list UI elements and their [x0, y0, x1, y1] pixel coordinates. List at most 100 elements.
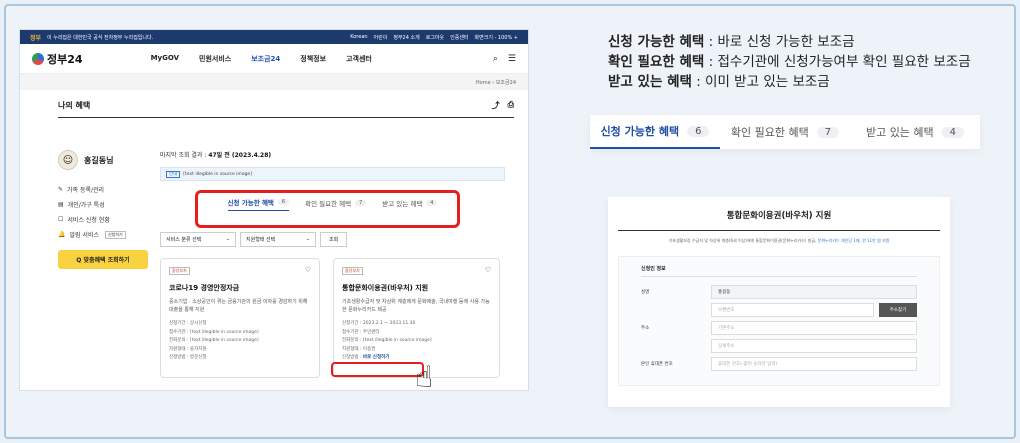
nav-policy[interactable]: 정책정보	[300, 54, 326, 64]
zoomed-application-form: 통합문화이용권(바우처) 지원 기초생활보장 수급자 및 차상위 계층(6세 이…	[608, 197, 950, 407]
info-banner: 안내 [text illegible in source image]	[160, 167, 505, 181]
apply-tag[interactable]: 신청하기	[105, 230, 126, 239]
caption-term: 받고 있는 혜택	[608, 74, 692, 90]
list-icon: ▤	[58, 201, 64, 208]
zoom-control[interactable]: 화면크기 - 100% +	[475, 34, 518, 41]
select-value: 서비스 분류 선택	[166, 237, 202, 243]
info-text: [text illegible in source image]	[183, 172, 252, 177]
menu-icon[interactable]: ☰	[508, 54, 516, 64]
chevron-down-icon: ⌄	[305, 236, 310, 242]
form-divider	[618, 230, 940, 231]
lang-link[interactable]: Korean	[350, 34, 367, 41]
find-address-button[interactable]: 주소찾기	[879, 303, 917, 317]
section-title: 신청인 정보	[641, 265, 917, 277]
card-title: 통합문화이용권(바우처) 지원	[342, 284, 429, 292]
avatar: ☺	[58, 150, 78, 170]
filter-bar: 서비스 분류 선택 ⌄ 지원형태 선택 ⌄ 조회	[160, 232, 348, 247]
gov-logo-icon	[32, 52, 44, 65]
logout-link[interactable]: 로그아웃	[426, 34, 444, 41]
page-title: 나의 혜택	[58, 101, 91, 110]
sidebar-item-alarm[interactable]: 🔔 알림 서비스 신청하기	[58, 227, 148, 242]
notice-text: 이 누리집은 대한민국 공식 전자정부 누리집입니다.	[47, 34, 154, 41]
last-query-label: 마지막 조회 결과 :	[160, 152, 207, 159]
search-icon[interactable]: ⌕	[493, 54, 498, 64]
service-category-select[interactable]: 서비스 분류 선택 ⌄	[160, 232, 236, 247]
user-profile: ☺ 홍길동님	[58, 150, 148, 170]
main-nav: MyGOV 민원서비스 보조금24 정책정보 고객센터	[151, 54, 372, 64]
caption-term: 확인 필요한 혜택	[608, 54, 705, 70]
site-header: 정부24 MyGOV 민원서비스 보조금24 정책정보 고객센터 ⌕ ☰	[20, 44, 528, 74]
print-icon[interactable]: ⎙	[508, 100, 514, 111]
card-row: 신청방법 : 방문신청	[169, 355, 207, 361]
sidebar-item-label: 개인/가구 특성	[67, 202, 105, 209]
emblem-icon: 정부	[30, 34, 42, 42]
nav-mygov[interactable]: MyGOV	[151, 54, 179, 64]
apply-highlight-box	[331, 362, 424, 377]
tab-receiving[interactable]: 받고 있는 혜택 4	[850, 115, 980, 149]
notice-bar: 정부 이 누리집은 대한민국 공식 전자정부 누리집입니다. Korean 어린…	[20, 30, 528, 44]
about-link[interactable]: 정부24 소개	[393, 34, 419, 41]
field-label: 성명	[641, 290, 650, 295]
sidebar-item-status[interactable]: ☐ 서비스 신청 현황	[58, 212, 148, 227]
nav-support[interactable]: 고객센터	[346, 54, 372, 64]
form-title: 통합문화이용권(바우처) 지원	[726, 211, 832, 221]
tab-need-check[interactable]: 확인 필요한 혜택 7	[720, 115, 850, 149]
card-chip: 중앙부처	[342, 267, 363, 275]
info-label: 안내	[166, 171, 181, 178]
field-label: 주소	[641, 326, 650, 331]
tab-label: 확인 필요한 혜택	[730, 126, 809, 139]
caption-term: 신청 가능한 혜택	[608, 34, 705, 50]
benefit-card[interactable]: 중앙부처 ♡ 코로나19 경영안정자금 중소기업 · 소상공인이 겪는 금융기관…	[160, 258, 320, 378]
caption-desc: : 바로 신청 가능한 보조금	[704, 34, 855, 50]
tab-label: 받고 있는 혜택	[865, 126, 934, 139]
zipcode-field[interactable]: 우편번호	[711, 303, 874, 317]
sidebar-item-family[interactable]: ✎ 가족 등록/관리	[58, 182, 148, 197]
field-label: 본인 휴대폰 번호	[641, 362, 673, 367]
card-row: 신청기간 : 상시신청	[169, 321, 207, 326]
custom-benefit-button[interactable]: Q 맞춤혜택 조회하기	[58, 250, 148, 269]
address-detail-field[interactable]: 상세주소	[711, 339, 917, 353]
side-menu: ✎ 가족 등록/관리 ▤ 개인/가구 특성 ☐ 서비스 신청 현황 🔔 알림 서비스 신청…	[58, 182, 148, 242]
card-row: 전화문의 : [text illegible in source image]	[342, 338, 432, 344]
card-row: 지원형태 : 이용권	[342, 346, 376, 352]
site-logo[interactable]: 정부24	[32, 51, 83, 67]
sidebar-item-household[interactable]: ▤ 개인/가구 특성	[58, 197, 148, 212]
share-icon[interactable]: ⤴	[492, 100, 500, 111]
caption-desc: : 접수기관에 신청가능여부 확인 필요한 보조금	[704, 54, 971, 70]
form-desc-link: 문화누리카드 개인당 1매, 연 11만 원 지원	[816, 238, 890, 243]
card-row: 지원형태 : 융자지원	[169, 346, 207, 352]
sidebar: ☺ 홍길동님 ✎ 가족 등록/관리 ▤ 개인/가구 특성 ☐ 서비스 신청 현황 🔔 알…	[58, 150, 148, 269]
heart-icon[interactable]: ♡	[485, 266, 491, 274]
tab-count: 4	[941, 126, 965, 138]
card-desc: 중소기업 · 소상공인이 겪는 금융기관의 원금 이자를 경감하기 위해 대출을…	[169, 299, 308, 313]
card-desc: 기초생활수급자 및 차상위 계층에게 문화예술, 국내여행 등에 사용 가능한 …	[342, 299, 490, 313]
nav-subsidy[interactable]: 보조금24	[251, 54, 280, 64]
tab-available[interactable]: 신청 가능한 혜택 6	[590, 115, 720, 149]
card-row: 신청기간 : 2023.2.1 ~ 2023.11.30	[342, 321, 416, 326]
pointer-hand-icon: ☝	[415, 360, 434, 395]
title-divider	[58, 117, 514, 118]
tab-count: 6	[687, 125, 710, 137]
apply-now-link[interactable]: 바로 신청하기	[363, 355, 389, 360]
name-field[interactable]: 홍길동	[711, 285, 917, 299]
caption-list: 신청 가능한 혜택 : 바로 신청 가능한 보조금 확인 필요한 혜택 : 접수…	[608, 32, 971, 92]
breadcrumb: Home › 보조금24	[20, 74, 528, 90]
caption-item: 신청 가능한 혜택 : 바로 신청 가능한 보조금	[608, 32, 971, 52]
auth-link[interactable]: 인증센터	[450, 34, 468, 41]
card-title: 코로나19 경영안정자금	[169, 284, 240, 292]
heart-icon[interactable]: ♡	[305, 266, 311, 274]
logo-text: 정부24	[47, 52, 83, 66]
sidebar-item-label: 알림 서비스	[69, 232, 99, 239]
edit-icon: ✎	[58, 186, 64, 193]
nav-civil[interactable]: 민원서비스	[199, 54, 231, 64]
form-desc-text: 기초생활보장 수급자 및 차상위 계층(6세 이상)에게 통합문화이용권(문화누…	[668, 238, 817, 243]
query-button[interactable]: 조회	[320, 232, 348, 247]
address-field[interactable]: 기본주소	[711, 321, 917, 335]
phone-field[interactable]: 휴대폰 번호(-없이 숫자만 입력)	[711, 357, 917, 371]
support-type-select[interactable]: 지원형태 선택 ⌄	[240, 232, 316, 247]
kids-link[interactable]: 어린이	[374, 34, 388, 41]
sidebar-item-label: 가족 등록/관리	[67, 187, 105, 194]
card-row: 접수기관 : [text illegible in source image]	[169, 329, 259, 335]
tab-count: 7	[816, 126, 840, 138]
applicant-section: 신청인 정보 성명 홍길동 우편번호 주소찾기 주소 기본주소 상세주소 본인 휴대폰…	[618, 256, 940, 386]
